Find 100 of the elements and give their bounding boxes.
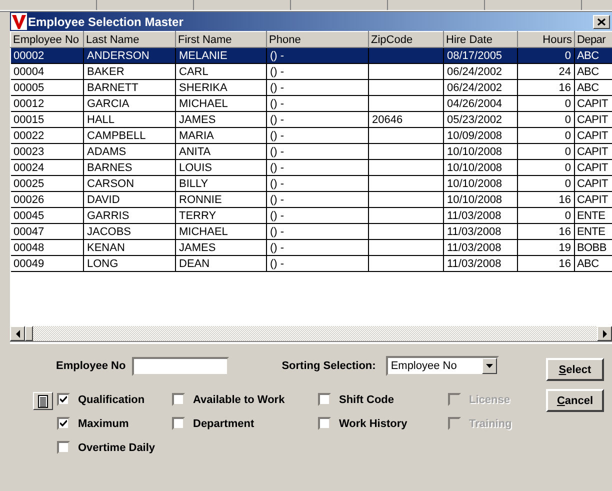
table-cell: CAPIT [577, 114, 608, 126]
table-cell: LOUIS [179, 162, 212, 174]
horizontal-scrollbar[interactable] [10, 326, 612, 341]
table-cell: BARNETT [87, 82, 138, 94]
table-cell: DEAN [179, 258, 210, 270]
checkbox-label: Work History [339, 418, 408, 430]
table-cell: 00005 [14, 82, 44, 94]
column-header[interactable]: ZipCode [368, 32, 444, 48]
table-cell: GARRIS [87, 210, 130, 222]
sorting-dropdown[interactable]: Employee No [386, 356, 499, 376]
checkbox[interactable] [318, 417, 331, 430]
table-cell: () - [270, 130, 284, 142]
dialog-button[interactable]: Cancel [546, 389, 604, 412]
employee-no-field[interactable] [132, 356, 229, 376]
document-icon [37, 394, 49, 408]
table-cell: 24 [558, 66, 571, 78]
checkbox[interactable] [172, 393, 185, 406]
table-cell: ABC [577, 66, 599, 78]
table-cell: SHERIKA [179, 82, 228, 94]
column-header[interactable]: First Name [176, 32, 266, 48]
table-cell: 00048 [14, 242, 44, 254]
scroll-left-button[interactable] [10, 326, 25, 341]
notes-button[interactable] [33, 392, 53, 410]
table-cell: KENAN [87, 242, 125, 254]
table-cell: () - [270, 82, 284, 94]
table-cell: BAKER [87, 66, 124, 78]
table-cell: 0 [564, 130, 571, 142]
table-cell: 00022 [14, 130, 44, 142]
table-cell: 00045 [14, 210, 44, 222]
column-header[interactable]: Hours [518, 32, 574, 48]
table-cell: BOBB [577, 242, 606, 254]
table-cell: () - [270, 210, 284, 222]
table-cell: () - [270, 226, 284, 238]
table-cell: 00002 [14, 50, 44, 62]
table-cell: CAPIT [577, 130, 608, 142]
close-icon [597, 18, 606, 26]
table-cell: 10/10/2008 [447, 162, 502, 174]
checkbox-label: Department [193, 418, 254, 430]
table-cell: MARIA [179, 130, 214, 142]
table-cell: 08/17/2005 [447, 50, 502, 62]
table-cell: CAPIT [577, 98, 608, 110]
table-cell: CAMPBELL [87, 130, 146, 142]
field-label: Employee No [56, 360, 126, 372]
checkbox[interactable] [57, 393, 70, 406]
checkbox[interactable] [318, 393, 331, 406]
checkbox-label: Available to Work [193, 394, 285, 406]
checkbox[interactable] [57, 441, 70, 454]
table-cell: CAPIT [577, 146, 608, 158]
close-button[interactable] [593, 14, 610, 28]
table-cell: 0 [564, 162, 571, 174]
table-cell: 00025 [14, 178, 44, 190]
table-cell: ANDERSON [87, 50, 150, 62]
table-cell: () - [270, 194, 284, 206]
table-cell: 0 [564, 210, 571, 222]
table-cell: () - [270, 114, 284, 126]
table-cell: MICHAEL [179, 98, 228, 110]
table-cell: 16 [558, 194, 571, 206]
left-arrow-icon [16, 330, 20, 338]
table-cell: 10/09/2008 [447, 130, 502, 142]
checkbox-label: Maximum [78, 418, 129, 430]
table-cell: () - [270, 146, 284, 158]
column-header[interactable]: Phone [266, 32, 368, 48]
column-header[interactable]: Employee No [10, 32, 84, 48]
table-cell: TERRY [179, 210, 216, 222]
table-cell: CARL [179, 66, 208, 78]
table-cell: 00023 [14, 146, 44, 158]
table-cell: 11/03/2008 [447, 210, 502, 222]
column-header[interactable]: Last Name [84, 32, 176, 48]
table-cell: ABC [577, 258, 599, 270]
checkbox-label: Qualification [78, 394, 145, 406]
table-cell: 05/23/2002 [447, 114, 502, 126]
scroll-right-button[interactable] [597, 326, 612, 341]
dialog-button[interactable]: Select [546, 358, 604, 381]
table-cell: ENTE [577, 210, 606, 222]
table-cell: 0 [564, 98, 571, 110]
table-cell: 00026 [14, 194, 44, 206]
checkbox[interactable] [172, 417, 185, 430]
column-header[interactable]: Hire Date [444, 32, 518, 48]
table-cell: JAMES [179, 242, 216, 254]
table-cell: 19 [558, 242, 571, 254]
table-cell: 00004 [14, 66, 44, 78]
table-cell: 11/03/2008 [447, 242, 502, 254]
table-cell: CARSON [87, 178, 134, 190]
column-header[interactable]: Depar [574, 32, 612, 48]
table-cell: BILLY [179, 178, 208, 190]
table-cell: CAPIT [577, 162, 608, 174]
checkbox[interactable] [57, 417, 70, 430]
table-cell: MICHAEL [179, 226, 228, 238]
table-cell: 0 [564, 178, 571, 190]
table-cell: DAVID [87, 194, 120, 206]
table-cell: () - [270, 162, 284, 174]
dropdown-arrow-icon [486, 364, 493, 368]
table-cell: 0 [564, 114, 571, 126]
table-cell: () - [270, 178, 284, 190]
table-cell: ADAMS [87, 146, 126, 158]
table-cell: ABC [577, 82, 599, 94]
table-cell: 04/26/2004 [447, 98, 502, 110]
table-cell: 10/10/2008 [447, 194, 502, 206]
scroll-thumb[interactable] [25, 326, 33, 341]
table-cell: GARCIA [87, 98, 130, 110]
